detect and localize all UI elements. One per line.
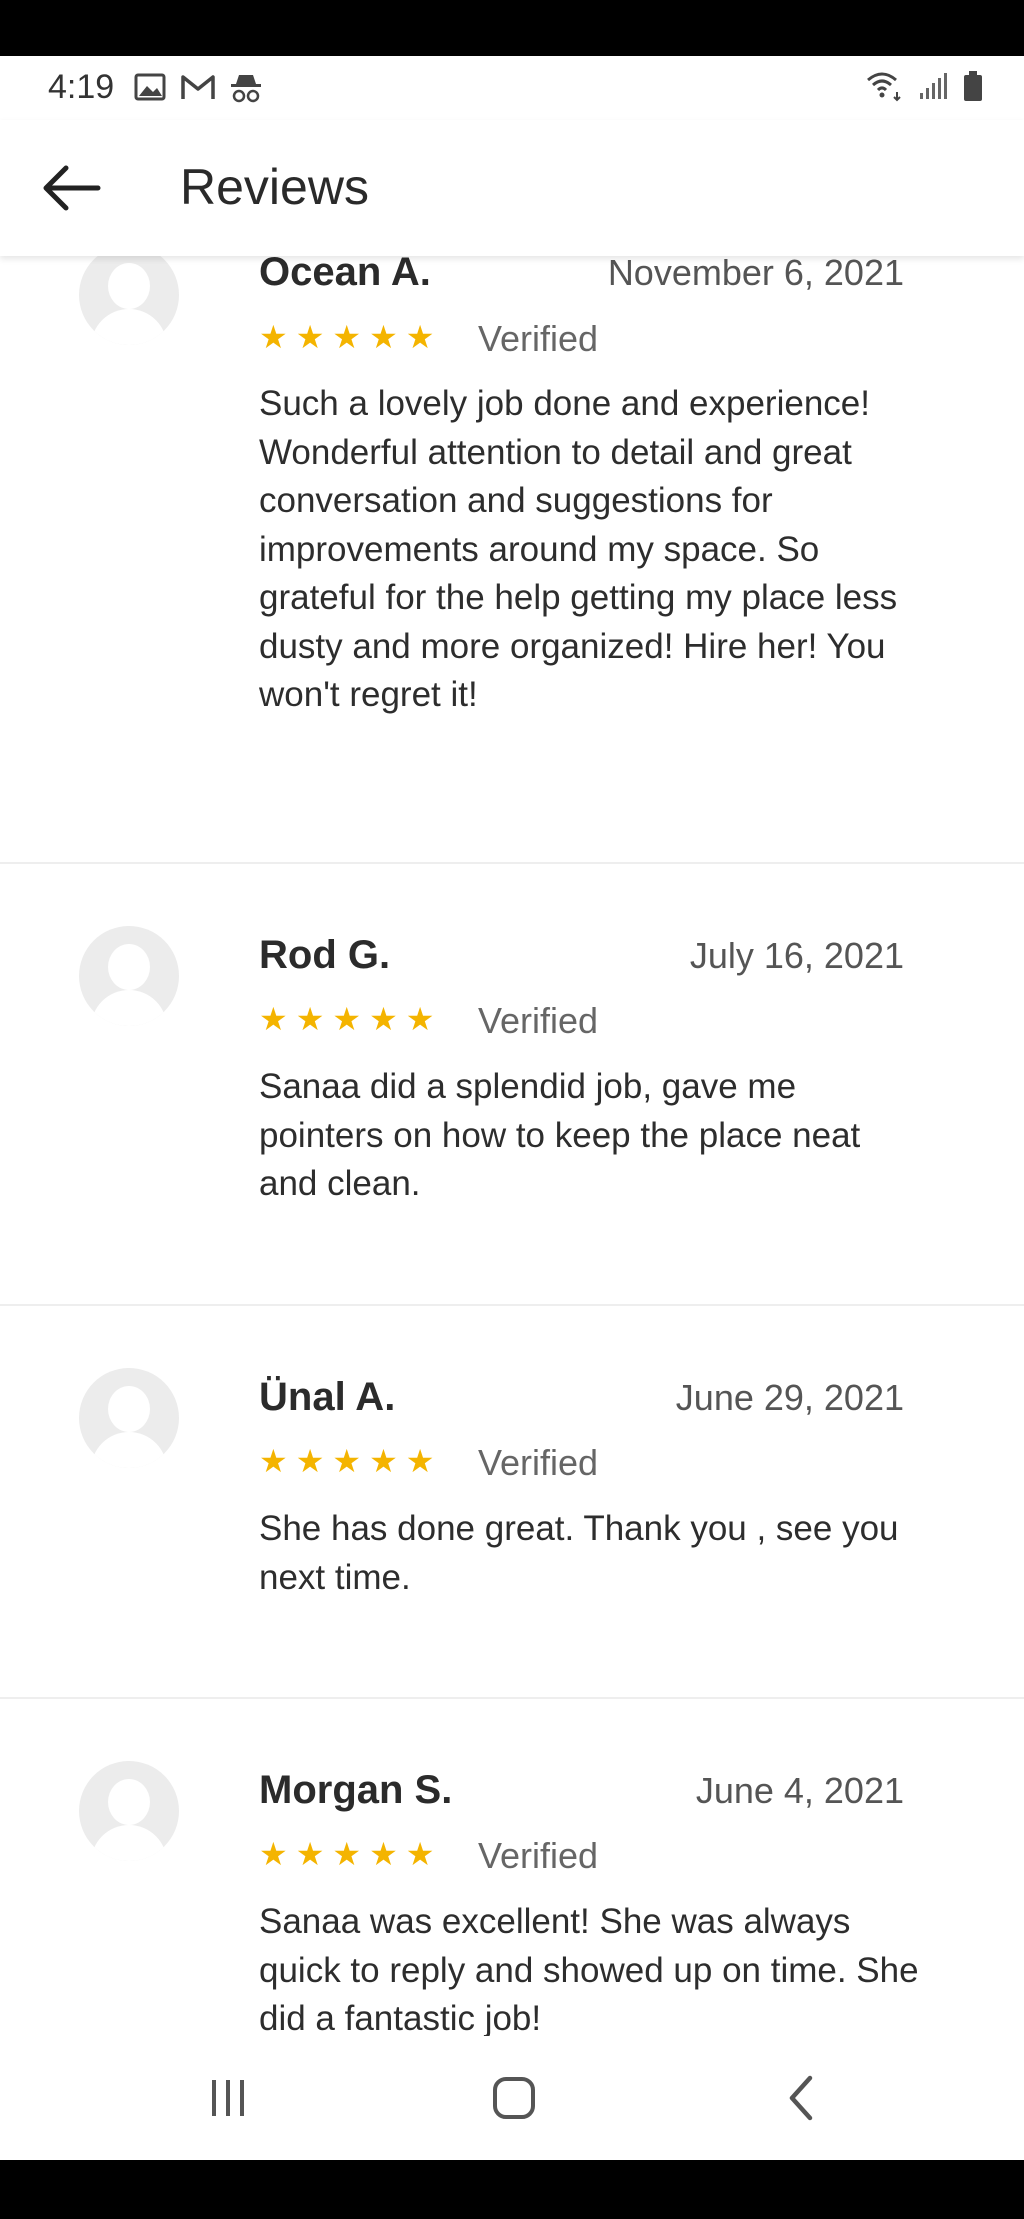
avatar	[79, 1368, 179, 1468]
reviewer-name: Rod G.	[259, 933, 391, 977]
review-text: She has done great. Thank you , see you …	[259, 1509, 899, 1597]
star-rating: ★★★★★	[259, 319, 443, 355]
signal-icon	[920, 73, 947, 99]
verified-label: Verified	[478, 1000, 599, 1041]
wifi-icon	[867, 72, 901, 102]
status-right-icons	[864, 70, 984, 102]
star-rating: ★★★★★	[259, 1001, 443, 1037]
avatar	[79, 256, 179, 345]
app-bar: Reviews	[0, 120, 1024, 256]
star-rating: ★★★★★	[259, 1443, 443, 1479]
review-date: July 16, 2021	[689, 935, 904, 976]
reviewer-name: Morgan S.	[259, 1768, 453, 1812]
system-nav-bar	[0, 2036, 1024, 2160]
divider	[0, 1304, 1024, 1306]
bottom-black-bar	[0, 2160, 1024, 2219]
gmail-icon	[181, 75, 215, 99]
back-arrow-icon[interactable]	[36, 160, 106, 216]
top-black-bar	[0, 0, 1024, 56]
page-title: Reviews	[180, 159, 369, 215]
reviewer-name: Ocean A.	[259, 256, 431, 294]
back-nav-icon[interactable]	[770, 2066, 834, 2130]
verified-label: Verified	[478, 1442, 599, 1483]
battery-icon	[964, 71, 982, 101]
review-text: Sanaa did a splendid job, gave me pointe…	[259, 1067, 861, 1203]
review-date: June 29, 2021	[675, 1377, 904, 1418]
avatar	[79, 1761, 179, 1861]
review-text: Such a lovely job done and experience! W…	[259, 384, 898, 714]
verified-label: Verified	[478, 1835, 599, 1876]
reviews-list[interactable]: Ocean A. November 6, 2021 ★★★★★ Verified…	[0, 256, 1024, 2036]
verified-label: Verified	[478, 318, 599, 359]
image-icon	[134, 73, 166, 101]
incognito-icon	[231, 75, 261, 103]
review-date: November 6, 2021	[607, 256, 904, 293]
star-rating: ★★★★★	[259, 1836, 443, 1872]
home-icon[interactable]	[482, 2066, 546, 2130]
recent-apps-icon[interactable]	[196, 2066, 260, 2130]
status-bar: 4:19	[0, 56, 1024, 120]
review-date: June 4, 2021	[695, 1770, 904, 1811]
divider	[0, 1697, 1024, 1699]
divider	[0, 862, 1024, 864]
review-text: Sanaa was excellent! She was always quic…	[259, 1902, 919, 2036]
reviewer-name: Ünal A.	[259, 1375, 396, 1419]
status-time: 4:19	[48, 68, 115, 106]
avatar	[79, 926, 179, 1026]
